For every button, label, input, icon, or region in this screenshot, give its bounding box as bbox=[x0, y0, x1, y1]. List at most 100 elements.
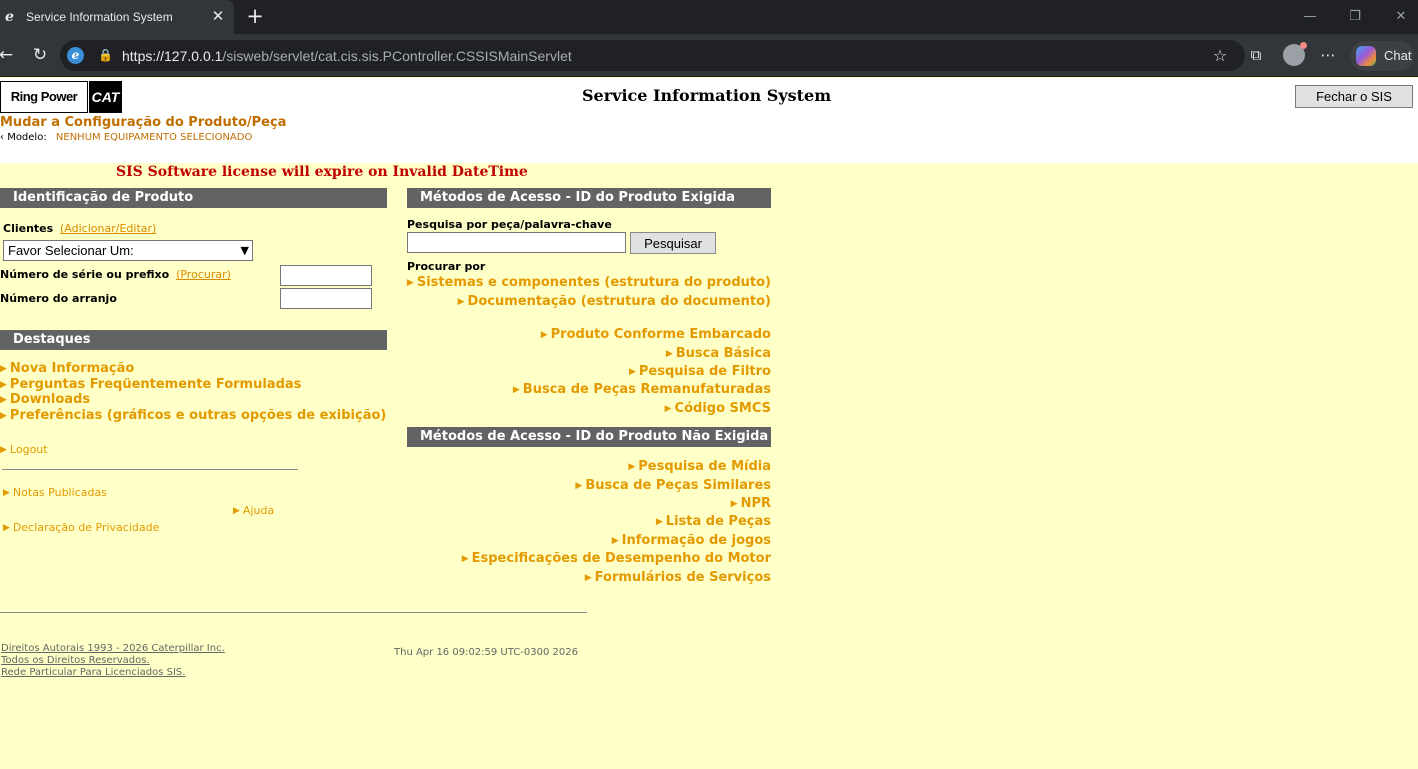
systems-components-link[interactable]: ▶ Sistemas e componentes (estrutura do pr… bbox=[407, 275, 771, 290]
highlight-new-info-link[interactable]: ▶ Nova Informação bbox=[0, 361, 134, 376]
chat-label: Chat bbox=[1384, 48, 1412, 63]
kit-info-link[interactable]: ▶ Informação de jogos bbox=[612, 533, 771, 548]
privacy-link[interactable]: ▶ Declaração de Privacidade bbox=[3, 521, 159, 534]
new-tab-icon[interactable]: + bbox=[244, 5, 266, 27]
page-title: Service Information System bbox=[582, 86, 832, 105]
sis-page: Ring Power CAT Service Information Syste… bbox=[0, 78, 1418, 769]
arrow-right-icon: ▶ bbox=[628, 367, 636, 377]
reman-parts-link[interactable]: ▶ Busca de Peças Remanufaturadas bbox=[513, 382, 771, 397]
media-search-link[interactable]: ▶ Pesquisa de Mídia bbox=[628, 459, 771, 474]
clientes-label-text: Clientes bbox=[3, 222, 54, 235]
site-info-icon[interactable]: 🔒 bbox=[98, 48, 113, 62]
arrow-right-icon: ▶ bbox=[461, 554, 469, 564]
browser-tab-bar: e Service Information System ✕ + — ❐ ✕ bbox=[0, 0, 1418, 34]
private-network-link[interactable]: Rede Particular Para Licenciados SIS. bbox=[1, 667, 185, 678]
model-value: NENHUM EQUIPAMENTO SELECIONADO bbox=[55, 132, 253, 143]
rights-link[interactable]: Todos os Direitos Reservados. bbox=[1, 655, 150, 666]
arrangement-input[interactable] bbox=[280, 288, 372, 309]
arrow-right-icon: ▶ bbox=[0, 364, 7, 374]
arrow-right-icon: ▶ bbox=[0, 380, 7, 390]
arrow-right-icon: ▶ bbox=[0, 411, 7, 421]
clientes-select[interactable]: Favor Selecionar Um: ▼ bbox=[3, 240, 253, 261]
model-label: Modelo: bbox=[7, 132, 47, 143]
tab-title: Service Information System bbox=[26, 10, 173, 24]
highlight-downloads-link[interactable]: ▶ Downloads bbox=[0, 392, 90, 407]
serial-search-link[interactable]: (Procurar) bbox=[176, 268, 231, 281]
model-chevron-icon[interactable]: ‹ bbox=[0, 132, 4, 143]
npr-link[interactable]: ▶ NPR bbox=[731, 496, 771, 511]
profile-avatar[interactable] bbox=[1283, 42, 1307, 66]
arrow-right-icon: ▶ bbox=[730, 499, 738, 509]
cat-logo: CAT bbox=[89, 81, 122, 113]
keyword-search-input[interactable] bbox=[407, 232, 626, 253]
clientes-label: Clientes (Adicionar/Editar) bbox=[3, 222, 156, 235]
page-subtitle: Mudar a Configuração do Produto/Peça bbox=[0, 115, 287, 130]
footer-timestamp: Thu Apr 16 09:02:59 UTC-0300 2026 bbox=[394, 647, 578, 658]
restore-icon[interactable]: ❐ bbox=[1346, 8, 1364, 26]
browser-tab[interactable]: e Service Information System ✕ bbox=[0, 0, 234, 34]
smcs-code-link[interactable]: ▶ Código SMCS bbox=[665, 401, 771, 416]
published-notes-link[interactable]: ▶ Notas Publicadas bbox=[3, 486, 107, 499]
highlight-preferences-link[interactable]: ▶ Preferências (gráficos e outras opções … bbox=[0, 408, 386, 423]
service-forms-link[interactable]: ▶ Formulários de Serviços bbox=[585, 570, 771, 585]
back-icon[interactable]: ← bbox=[0, 45, 16, 65]
search-label: Pesquisa por peça/palavra-chave bbox=[407, 218, 612, 231]
browse-label: Procurar por bbox=[407, 260, 486, 273]
arrow-right-icon: ▶ bbox=[628, 462, 636, 472]
favorite-star-icon[interactable]: ☆ bbox=[1210, 46, 1230, 66]
address-bar[interactable]: e 🔒 https://127.0.0.1/sisweb/servlet/cat… bbox=[60, 40, 1245, 71]
chevron-down-icon: ▼ bbox=[240, 244, 249, 257]
highlight-faq-link[interactable]: ▶ Perguntas Freqüentemente Formuladas bbox=[0, 377, 301, 392]
url-host: https://127.0.0.1 bbox=[122, 48, 223, 64]
arrow-right-icon: ▶ bbox=[457, 297, 465, 307]
add-edit-clientes-link[interactable]: (Adicionar/Editar) bbox=[60, 222, 156, 235]
edge-page-icon: e bbox=[67, 47, 84, 64]
access-required-header: Métodos de Acesso - ID do Produto Exigid… bbox=[407, 188, 771, 208]
arrow-right-icon: ▶ bbox=[0, 395, 7, 405]
reload-icon[interactable]: ↻ bbox=[30, 45, 50, 65]
clientes-selected-value: Favor Selecionar Um: bbox=[8, 243, 134, 258]
filter-search-link[interactable]: ▶ Pesquisa de Filtro bbox=[629, 364, 771, 379]
copilot-icon bbox=[1356, 46, 1376, 66]
parts-list-link[interactable]: ▶ Lista de Peças bbox=[656, 514, 771, 529]
serial-input[interactable] bbox=[280, 265, 372, 286]
similar-parts-link[interactable]: ▶ Busca de Peças Similares bbox=[575, 478, 771, 493]
help-link[interactable]: ▶ Ajuda bbox=[233, 504, 274, 517]
documentation-link[interactable]: ▶ Documentação (estrutura do documento) bbox=[458, 294, 771, 309]
serial-label: Número de série ou prefixo (Procurar) bbox=[0, 268, 231, 281]
copyright-link[interactable]: Direitos Autorais 1993 - 2026 Caterpilla… bbox=[1, 643, 225, 654]
more-options-icon[interactable]: ⋯ bbox=[1318, 45, 1338, 65]
arrow-right-icon: ▶ bbox=[3, 523, 10, 533]
url-path: /sisweb/servlet/cat.cis.sis.PController.… bbox=[222, 48, 572, 64]
collections-icon[interactable]: ⧉ bbox=[1246, 45, 1266, 65]
arrow-right-icon: ▶ bbox=[233, 506, 240, 516]
model-line: ‹ Modelo: NENHUM EQUIPAMENTO SELECIONADO bbox=[0, 132, 252, 143]
divider bbox=[2, 469, 298, 470]
minimize-icon[interactable]: — bbox=[1301, 8, 1319, 26]
browser-toolbar: ← ↻ e 🔒 https://127.0.0.1/sisweb/servlet… bbox=[0, 34, 1418, 77]
arrow-right-icon: ▶ bbox=[665, 349, 673, 359]
arrow-right-icon: ▶ bbox=[655, 517, 663, 527]
engine-performance-link[interactable]: ▶ Especificações de Desempenho do Motor bbox=[462, 551, 771, 566]
arrow-right-icon: ▶ bbox=[3, 488, 10, 498]
url-text[interactable]: https://127.0.0.1/sisweb/servlet/cat.cis… bbox=[122, 48, 572, 64]
serial-label-text: Número de série ou prefixo bbox=[0, 268, 170, 281]
footer-divider bbox=[0, 612, 587, 613]
product-id-header: Identificação de Produto bbox=[0, 188, 387, 208]
arrow-right-icon: ▶ bbox=[0, 445, 7, 455]
basic-search-link[interactable]: ▶ Busca Básica bbox=[666, 346, 771, 361]
copilot-chat-button[interactable]: Chat bbox=[1350, 41, 1414, 71]
arrow-right-icon: ▶ bbox=[584, 573, 592, 583]
arrow-right-icon: ▶ bbox=[664, 404, 672, 414]
edge-favicon-icon: e bbox=[5, 9, 14, 25]
ring-power-logo: Ring Power bbox=[0, 81, 88, 113]
as-shipped-link[interactable]: ▶ Produto Conforme Embarcado bbox=[541, 327, 771, 342]
arrow-right-icon: ▶ bbox=[406, 278, 414, 288]
access-not-required-header: Métodos de Acesso - ID do Produto Não Ex… bbox=[407, 427, 771, 447]
close-window-icon[interactable]: ✕ bbox=[1392, 8, 1410, 26]
logout-link[interactable]: ▶ Logout bbox=[0, 443, 48, 456]
close-tab-icon[interactable]: ✕ bbox=[210, 8, 226, 24]
arrow-right-icon: ▶ bbox=[575, 481, 583, 491]
search-button[interactable]: Pesquisar bbox=[630, 232, 716, 254]
close-sis-button[interactable]: Fechar o SIS bbox=[1295, 85, 1413, 108]
